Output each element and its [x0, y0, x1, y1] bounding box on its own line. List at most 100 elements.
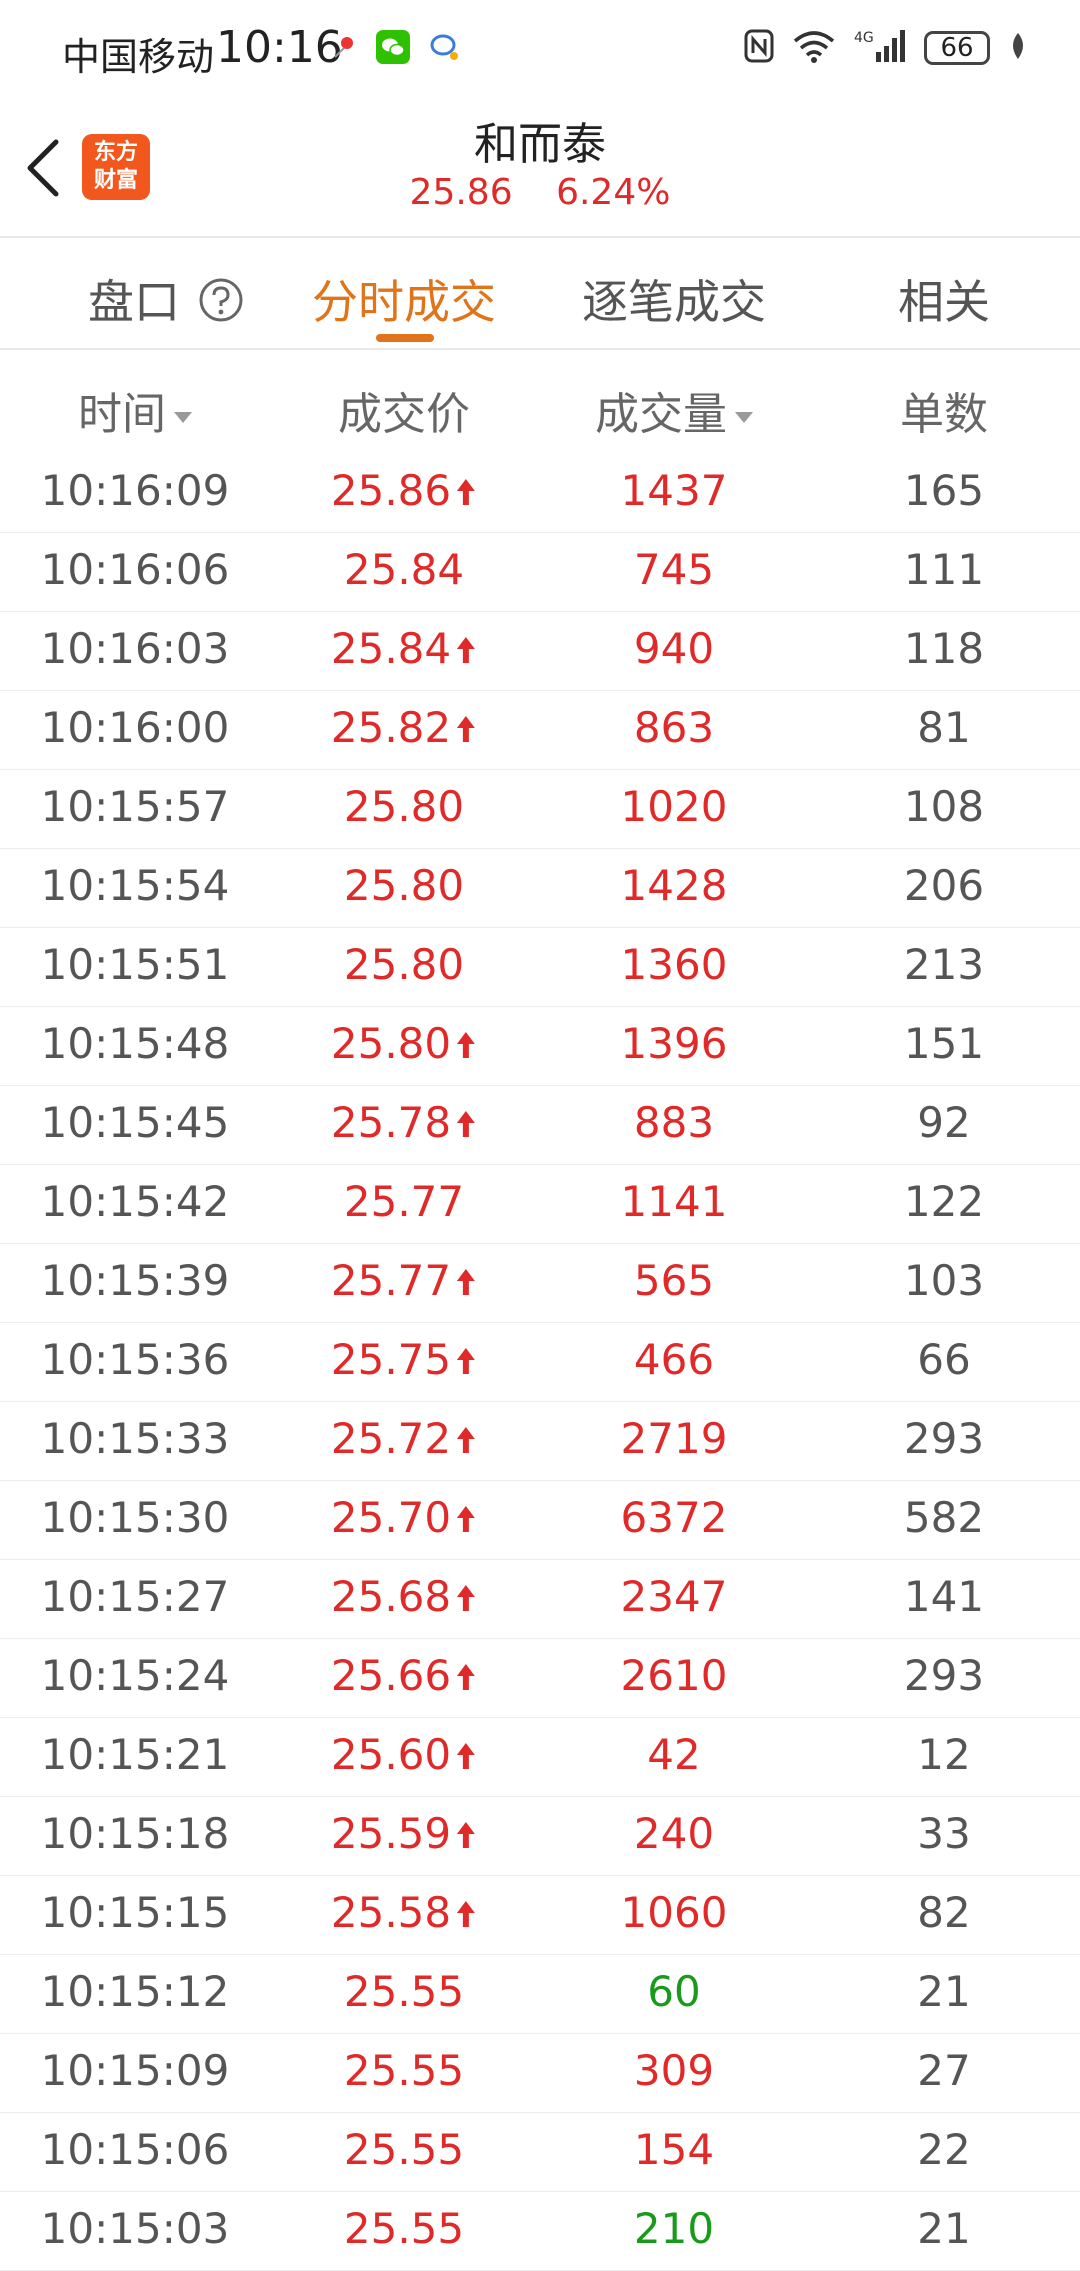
trade-price-value: 25.80	[343, 940, 465, 989]
col-header-volume[interactable]: 成交量	[595, 378, 753, 442]
col-header-volume-label: 成交量	[595, 389, 727, 440]
cellular-signal-icon: 4G	[854, 28, 906, 68]
stock-quote: 25.86 6.24%	[0, 172, 1080, 213]
up-arrow-icon	[455, 1100, 477, 1149]
stock-name: 和而泰	[474, 119, 606, 170]
trade-volume: 6372	[620, 1493, 728, 1542]
col-header-time[interactable]: 时间	[78, 378, 192, 442]
trade-price: 25.72	[331, 1414, 477, 1465]
trade-price: 25.59	[331, 1809, 477, 1860]
table-row[interactable]: 10:15:27 25.68 2347 141	[0, 1560, 1080, 1639]
trade-volume: 1141	[620, 1177, 728, 1226]
up-arrow-icon	[455, 1653, 477, 1702]
up-arrow-icon	[455, 468, 477, 517]
trade-volume: 466	[633, 1335, 715, 1384]
tab-time-sharing-trades[interactable]: 分时成交	[312, 266, 496, 332]
trade-count: 21	[917, 2204, 971, 2253]
table-row[interactable]: 10:15:21 25.60 42 12	[0, 1718, 1080, 1797]
trade-price-value: 25.55	[343, 1967, 465, 2016]
tab-order-book-label: 盘口	[88, 275, 180, 329]
trade-count: 27	[917, 2046, 971, 2095]
trade-time: 10:15:09	[40, 2046, 230, 2095]
table-row[interactable]: 10:15:45 25.78 883 92	[0, 1086, 1080, 1165]
trade-count: 582	[903, 1493, 985, 1542]
up-arrow-icon	[455, 1495, 477, 1544]
table-row[interactable]: 10:15:30 25.70 6372 582	[0, 1481, 1080, 1560]
trade-time: 10:15:33	[40, 1414, 230, 1463]
table-row[interactable]: 10:15:57 25.80 1020 108	[0, 770, 1080, 849]
trade-price-value: 25.77	[343, 1177, 465, 1226]
trade-price-value: 25.60	[330, 1730, 452, 1779]
table-row[interactable]: 10:16:06 25.84 745 111	[0, 533, 1080, 612]
trade-count: 81	[917, 703, 971, 752]
table-row[interactable]: 10:15:03 25.55 210 21	[0, 2192, 1080, 2271]
trade-price-value: 25.58	[330, 1888, 452, 1937]
trade-time: 10:16:03	[40, 624, 230, 673]
table-row[interactable]: 10:15:18 25.59 240 33	[0, 1797, 1080, 1876]
carrier-label: 中国移动	[62, 35, 215, 79]
table-row[interactable]: 10:15:39 25.77 565 103	[0, 1244, 1080, 1323]
trade-volume: 1428	[620, 861, 728, 910]
trade-price: 25.82	[331, 703, 477, 754]
help-icon[interactable]	[198, 277, 244, 334]
trade-volume: 940	[633, 624, 715, 673]
table-row[interactable]: 10:15:06 25.55 154 22	[0, 2113, 1080, 2192]
stock-change-pct: 6.24%	[556, 172, 671, 213]
tab-tick-trades[interactable]: 逐笔成交	[582, 266, 766, 332]
up-arrow-icon	[455, 1574, 477, 1623]
up-arrow-icon	[455, 1416, 477, 1465]
trade-price: 25.84	[344, 545, 464, 594]
trade-price-value: 25.66	[330, 1651, 452, 1700]
trade-price-value: 25.78	[330, 1098, 452, 1147]
trade-price-value: 25.80	[343, 861, 465, 910]
table-row[interactable]: 10:15:33 25.72 2719 293	[0, 1402, 1080, 1481]
battery-indicator: 66	[924, 31, 990, 65]
up-arrow-icon	[455, 626, 477, 675]
leaf-icon	[1008, 31, 1028, 65]
trade-price-value: 25.80	[343, 782, 465, 831]
trade-price-value: 25.84	[343, 545, 465, 594]
trade-price: 25.55	[344, 2046, 464, 2095]
table-row[interactable]: 10:15:24 25.66 2610 293	[0, 1639, 1080, 1718]
table-row[interactable]: 10:15:42 25.77 1141 122	[0, 1165, 1080, 1244]
trade-count: 103	[903, 1256, 985, 1305]
trade-count: 92	[917, 1098, 971, 1147]
table-row[interactable]: 10:15:51 25.80 1360 213	[0, 928, 1080, 1007]
system-icons: 4G 66	[744, 28, 1028, 68]
table-row[interactable]: 10:15:15 25.58 1060 82	[0, 1876, 1080, 1955]
tab-related[interactable]: 相关	[898, 266, 990, 332]
trade-price: 25.80	[344, 940, 464, 989]
table-row[interactable]: 10:15:36 25.75 466 66	[0, 1323, 1080, 1402]
trade-time: 10:16:09	[40, 466, 230, 515]
trade-price: 25.75	[331, 1335, 477, 1386]
trade-volume: 565	[633, 1256, 715, 1305]
table-row[interactable]: 10:16:09 25.86 1437 165	[0, 454, 1080, 533]
trade-volume: 210	[633, 2204, 715, 2253]
trade-price-value: 25.55	[343, 2125, 465, 2174]
wifi-icon	[792, 29, 836, 67]
trade-volume: 883	[633, 1098, 715, 1147]
tab-order-book[interactable]: 盘口	[88, 266, 244, 334]
table-row[interactable]: 10:15:09 25.55 309 27	[0, 2034, 1080, 2113]
trade-count: 118	[903, 624, 985, 673]
table-row[interactable]: 10:16:03 25.84 940 118	[0, 612, 1080, 691]
trade-price-value: 25.72	[330, 1414, 452, 1463]
trade-price: 25.60	[331, 1730, 477, 1781]
trade-price: 25.66	[331, 1651, 477, 1702]
sort-caret-icon	[174, 411, 192, 423]
trade-volume: 154	[633, 2125, 715, 2174]
trade-count: 12	[917, 1730, 971, 1779]
trade-time: 10:15:45	[40, 1098, 230, 1147]
up-arrow-icon	[455, 1890, 477, 1939]
table-row[interactable]: 10:16:00 25.82 863 81	[0, 691, 1080, 770]
trade-price-value: 25.84	[330, 624, 452, 673]
table-row[interactable]: 10:15:54 25.80 1428 206	[0, 849, 1080, 928]
trade-price: 25.77	[344, 1177, 464, 1226]
table-row[interactable]: 10:15:12 25.55 60 21	[0, 1955, 1080, 2034]
trades-table[interactable]: 10:16:09 25.86 1437 165 10:16:06 25.84 745 111 1…	[0, 454, 1080, 2271]
trade-volume: 2347	[620, 1572, 728, 1621]
table-row[interactable]: 10:15:48 25.80 1396 151	[0, 1007, 1080, 1086]
status-bar: 中国移动 10:16 4G 66	[0, 0, 1080, 96]
trade-volume: 240	[633, 1809, 715, 1858]
trade-count: 213	[903, 940, 985, 989]
